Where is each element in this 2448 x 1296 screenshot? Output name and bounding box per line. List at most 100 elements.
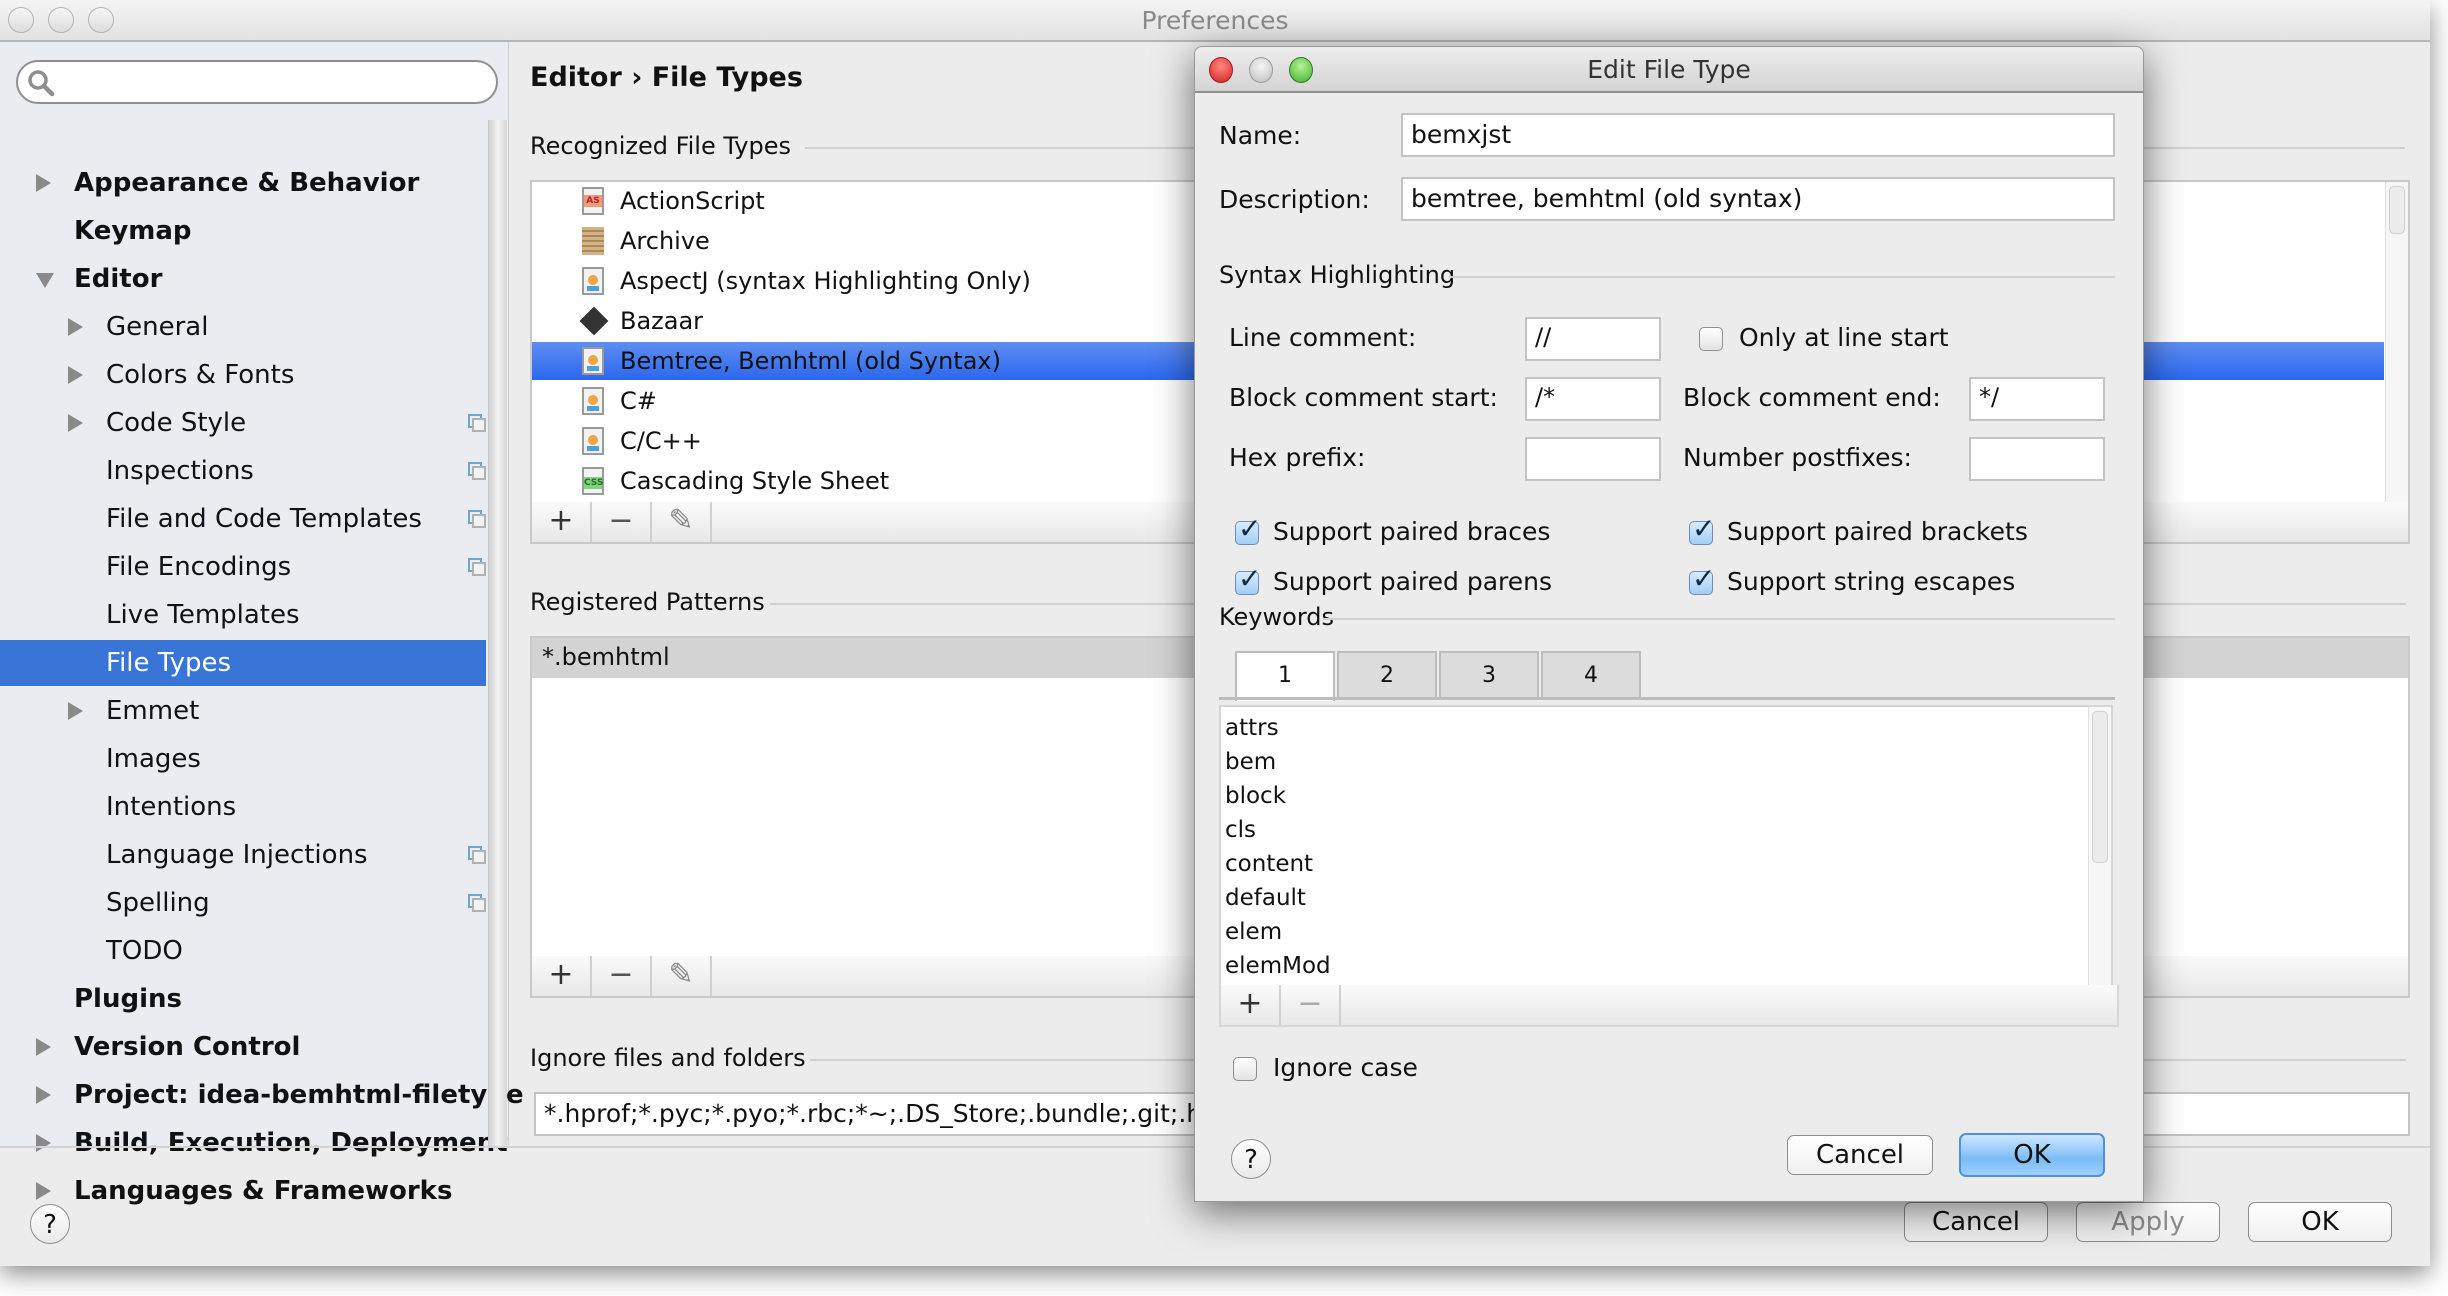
ignore-case-checkbox[interactable]: [1233, 1057, 1257, 1081]
keyword-tab[interactable]: 1: [1235, 651, 1335, 701]
edit-file-type-button[interactable]: ✎: [652, 502, 712, 542]
sidebar-item[interactable]: Editor: [0, 256, 486, 302]
keywords-scrollbar[interactable]: [2088, 707, 2111, 985]
sidebar-item[interactable]: Build, Execution, Deployment: [0, 1120, 508, 1166]
sidebar-item[interactable]: General: [0, 304, 486, 350]
sidebar-item-label: TODO: [106, 936, 183, 966]
sidebar-item[interactable]: Version Control: [0, 1024, 486, 1070]
sidebar-item[interactable]: Spelling: [0, 880, 486, 926]
sidebar-item[interactable]: Language Injections: [0, 832, 486, 878]
keyword-item[interactable]: block: [1225, 779, 1286, 813]
add-pattern-button[interactable]: +: [532, 956, 592, 996]
description-input[interactable]: bemtree, bemhtml (old syntax): [1401, 177, 2115, 221]
edit-pattern-button[interactable]: ✎: [652, 956, 712, 996]
name-input[interactable]: bemxjst: [1401, 113, 2115, 157]
file-type-label: AspectJ (syntax Highlighting Only): [620, 267, 1031, 295]
file-type-label: Bazaar: [620, 307, 704, 335]
breadcrumb: Editor › File Types: [530, 62, 803, 93]
name-label: Name:: [1219, 121, 1302, 150]
help-button[interactable]: ?: [30, 1204, 70, 1244]
dialog-help-button[interactable]: ?: [1231, 1139, 1271, 1179]
collapsed-arrow-icon[interactable]: [36, 174, 51, 192]
sidebar-item[interactable]: File Types: [0, 640, 486, 686]
line-comment-label: Line comment:: [1229, 323, 1417, 352]
pencil-icon: ✎: [668, 957, 694, 992]
collapsed-arrow-icon[interactable]: [68, 702, 83, 720]
keyword-item[interactable]: elemMod: [1225, 949, 1331, 983]
ignore-case-label: Ignore case: [1273, 1053, 1418, 1082]
sidebar-item[interactable]: Images: [0, 736, 486, 782]
keyword-item[interactable]: cls: [1225, 813, 1256, 847]
sidebar-item[interactable]: Languages & Frameworks: [0, 1168, 486, 1214]
line-comment-input[interactable]: //: [1525, 317, 1661, 361]
file-type-label: Cascading Style Sheet: [620, 467, 890, 495]
sidebar-item-label: Version Control: [74, 1032, 301, 1062]
syntax-option-checkbox[interactable]: ✓: [1235, 512, 1261, 545]
keywords-list[interactable]: attrs bem block cls content default elem elemMo…: [1219, 705, 2113, 987]
keyword-tab[interactable]: 4: [1541, 651, 1641, 697]
add-file-type-button[interactable]: +: [532, 502, 592, 542]
expanded-arrow-icon[interactable]: [36, 273, 54, 288]
collapsed-arrow-icon[interactable]: [68, 366, 83, 384]
sidebar-item[interactable]: Project: idea-bemhtml-filetype: [0, 1072, 524, 1118]
remove-keyword-button[interactable]: −: [1281, 985, 1341, 1025]
sidebar-item[interactable]: File and Code Templates: [0, 496, 486, 542]
scrollbar-thumb[interactable]: [2092, 711, 2108, 863]
syntax-option-checkbox[interactable]: ✓: [1689, 562, 1715, 595]
sidebar-item[interactable]: Intentions: [0, 784, 486, 830]
only-line-start-checkbox[interactable]: [1699, 327, 1723, 351]
cancel-button[interactable]: Cancel: [1904, 1202, 2048, 1242]
tab-baseline: [1219, 697, 2115, 700]
file-types-scrollbar[interactable]: [2385, 182, 2408, 502]
file-type-label: Bemtree, Bemhtml (old Syntax): [620, 347, 1001, 375]
sidebar-item[interactable]: Appearance & Behavior: [0, 160, 486, 206]
keyword-item[interactable]: bem: [1225, 745, 1276, 779]
scrollbar-thumb[interactable]: [2389, 186, 2405, 234]
collapsed-arrow-icon[interactable]: [36, 1182, 51, 1200]
collapsed-arrow-icon[interactable]: [68, 414, 83, 432]
project-level-icon: [468, 462, 486, 480]
keyword-item[interactable]: attrs: [1225, 711, 1279, 745]
keyword-item[interactable]: default: [1225, 881, 1306, 915]
sidebar-item-label: Keymap: [74, 216, 192, 246]
collapsed-arrow-icon[interactable]: [36, 1134, 51, 1152]
remove-file-type-button[interactable]: −: [592, 502, 652, 542]
apply-button[interactable]: Apply: [2076, 1202, 2220, 1242]
window-title: Preferences: [1141, 6, 1289, 35]
sidebar-item[interactable]: Live Templates: [0, 592, 486, 638]
sidebar-item[interactable]: File Encodings: [0, 544, 486, 590]
file-type-label: C/C++: [620, 427, 702, 455]
block-comment-start-input[interactable]: /*: [1525, 377, 1661, 421]
sidebar-item[interactable]: Inspections: [0, 448, 486, 494]
block-comment-end-input[interactable]: */: [1969, 377, 2105, 421]
ok-button[interactable]: OK: [2248, 1202, 2392, 1242]
add-keyword-button[interactable]: +: [1221, 985, 1281, 1025]
sidebar-item[interactable]: Colors & Fonts: [0, 352, 486, 398]
collapsed-arrow-icon[interactable]: [36, 1086, 51, 1104]
number-postfixes-input[interactable]: [1969, 437, 2105, 481]
sidebar-item[interactable]: Keymap: [0, 208, 486, 254]
keyword-item[interactable]: content: [1225, 847, 1313, 881]
keyword-item[interactable]: elem: [1225, 915, 1282, 949]
settings-search-input[interactable]: [16, 60, 498, 104]
sidebar-item[interactable]: TODO: [0, 928, 486, 974]
syntax-option-checkbox[interactable]: ✓: [1689, 512, 1715, 545]
sidebar-item[interactable]: Code Style: [0, 400, 486, 446]
keyword-tab[interactable]: 3: [1439, 651, 1539, 697]
sidebar-scrollbar[interactable]: [488, 120, 507, 1147]
sidebar-item-label: Intentions: [106, 792, 237, 822]
sidebar-item[interactable]: Plugins: [0, 976, 486, 1022]
sidebar-item-label: Emmet: [106, 696, 200, 726]
sidebar-item[interactable]: Emmet: [0, 688, 486, 734]
search-field[interactable]: [62, 66, 486, 98]
collapsed-arrow-icon[interactable]: [36, 1038, 51, 1056]
custom-file-icon: [582, 347, 604, 375]
hex-prefix-input[interactable]: [1525, 437, 1661, 481]
file-type-label: Archive: [620, 227, 710, 255]
remove-pattern-button[interactable]: −: [592, 956, 652, 996]
keyword-tab[interactable]: 2: [1337, 651, 1437, 697]
collapsed-arrow-icon[interactable]: [68, 318, 83, 336]
syntax-option-checkbox[interactable]: ✓: [1235, 562, 1261, 595]
dialog-cancel-button[interactable]: Cancel: [1787, 1135, 1933, 1175]
dialog-ok-button[interactable]: OK: [1959, 1133, 2105, 1177]
